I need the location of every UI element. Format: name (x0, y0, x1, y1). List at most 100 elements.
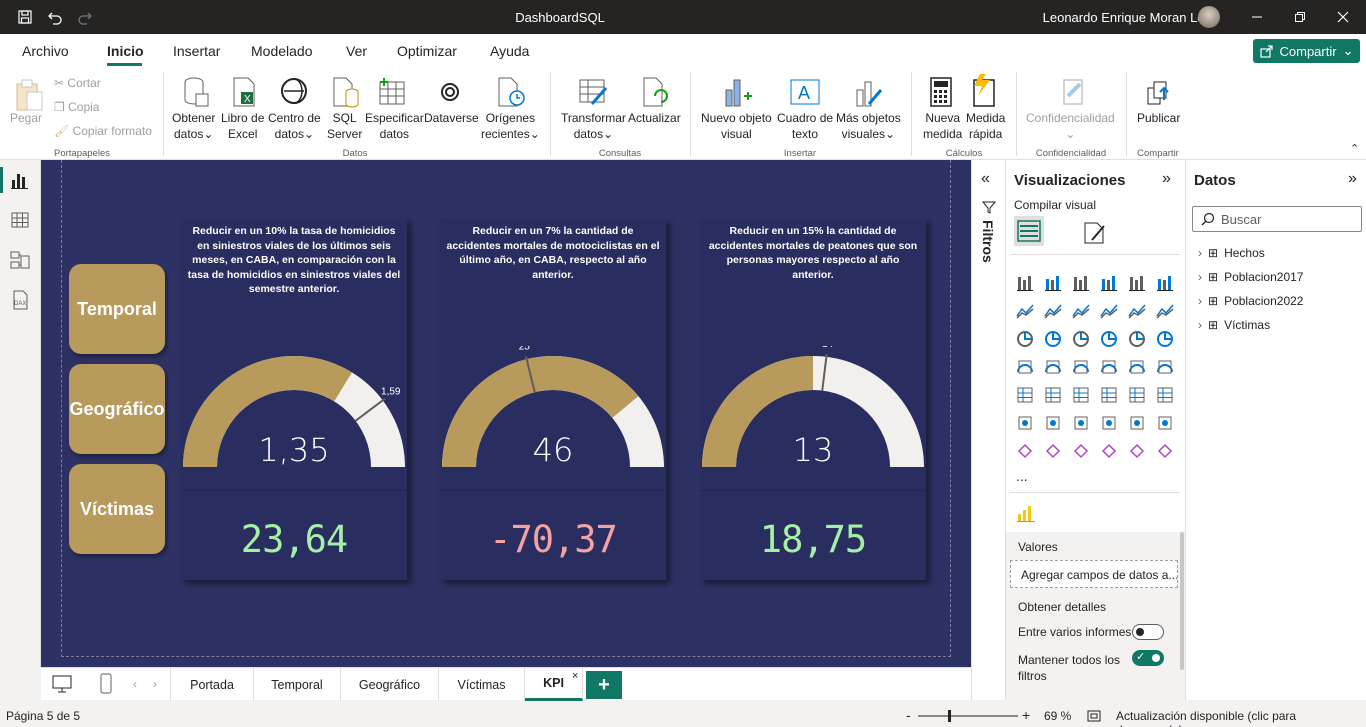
tab-temporal[interactable]: Temporal (254, 668, 341, 701)
close-icon[interactable] (1320, 0, 1366, 34)
paginated-visual-icon[interactable] (1015, 441, 1035, 461)
ribbon-visual-icon[interactable] (1155, 301, 1175, 321)
transform-data-button[interactable]: Transformar datos⌄ (561, 110, 626, 142)
filters-pane-collapsed[interactable]: « Filtros (972, 160, 1006, 700)
narrative-visual-icon[interactable] (1127, 413, 1147, 433)
build-visual-chart-icon[interactable] (1016, 502, 1036, 522)
publish-button[interactable]: Publicar (1137, 110, 1180, 126)
collapse-ribbon-icon[interactable]: ⌃ (1350, 142, 1359, 155)
r-visual-visual-icon[interactable] (1155, 385, 1175, 405)
table-item[interactable]: › ⊞ Hechos (1198, 246, 1265, 260)
scrollbar[interactable] (1180, 532, 1184, 670)
menu-optimizar[interactable]: Optimizar (397, 43, 457, 59)
stacked-bar-visual-icon[interactable] (1015, 273, 1035, 293)
waterfall-visual-icon[interactable] (1015, 329, 1035, 349)
gauge-chart[interactable]: 14 13 (700, 346, 926, 486)
new-measure-button[interactable]: Nueva medida (923, 110, 962, 142)
tab-victimas[interactable]: Víctimas (439, 668, 525, 701)
dax-query-icon[interactable]: DAX (8, 288, 32, 312)
text-box-button[interactable]: Cuadro de texto (777, 110, 833, 142)
kpi-card[interactable]: Reducir en un 15% la cantidad de acciden… (700, 218, 926, 580)
gauge-visual-icon[interactable] (1127, 357, 1147, 377)
card-visual-icon[interactable] (1155, 357, 1175, 377)
stacked-area-visual-icon[interactable] (1071, 301, 1091, 321)
sensitivity-button[interactable]: Confidencialidad ⌄ (1026, 110, 1115, 142)
area-visual-icon[interactable] (1043, 301, 1063, 321)
share-button[interactable]: Compartir ⌄ (1253, 39, 1360, 63)
key-influencers-visual-icon[interactable] (1043, 413, 1063, 433)
diamond-visual-icon[interactable] (1127, 441, 1147, 461)
desktop-layout-icon[interactable] (51, 674, 73, 694)
keep-filters-toggle[interactable]: ✓ (1132, 650, 1164, 666)
data-hub-button[interactable]: Centro de datos⌄ (268, 110, 321, 142)
tab-geografico[interactable]: Geográfico (341, 668, 439, 701)
python-visual-visual-icon[interactable] (1015, 413, 1035, 433)
power-apps-visual-icon[interactable] (1043, 441, 1063, 461)
more-visuals-ellipsis[interactable]: ... (1016, 468, 1028, 484)
table-item[interactable]: › ⊞ Poblacion2017 (1198, 270, 1303, 284)
more-visuals-button[interactable]: Más objetos visuales⌄ (836, 110, 901, 142)
filled-map-visual-icon[interactable] (1043, 357, 1063, 377)
enter-data-button[interactable]: Especificar datos (365, 110, 424, 142)
expand-filters-icon[interactable]: « (981, 170, 990, 188)
menu-modelado[interactable]: Modelado (251, 43, 313, 59)
mobile-layout-icon[interactable] (99, 673, 113, 695)
avatar[interactable] (1198, 6, 1220, 28)
format-painter-button[interactable]: 🖌 Copiar formato (54, 123, 152, 139)
zoom-out-button[interactable]: - (906, 707, 911, 723)
clustered-bar-visual-icon[interactable] (1071, 273, 1091, 293)
slicer-visual-icon[interactable] (1071, 385, 1091, 405)
new-visual-button[interactable]: Nuevo objeto visual (701, 110, 772, 142)
treemap-visual-icon[interactable] (1155, 329, 1175, 349)
menu-ver[interactable]: Ver (346, 43, 367, 59)
update-available-link[interactable]: Actualización disponible (clic para desc… (1116, 709, 1366, 727)
multirow-card-visual-icon[interactable] (1015, 385, 1035, 405)
sql-server-button[interactable]: SQL Server (327, 110, 362, 142)
zoom-slider[interactable] (918, 710, 1018, 722)
next-page-icon[interactable]: › (153, 677, 157, 691)
refresh-button[interactable]: Actualizar (628, 110, 681, 126)
fit-to-page-icon[interactable] (1086, 708, 1102, 724)
gauge-chart[interactable]: 25 46 (440, 346, 666, 486)
menu-ayuda[interactable]: Ayuda (490, 43, 529, 59)
close-tab-icon[interactable]: × (572, 670, 578, 682)
collapse-data-icon[interactable]: » (1348, 170, 1357, 188)
dataverse-button[interactable]: Dataverse (424, 110, 479, 126)
user-name[interactable]: Leonardo Enrique Moran Leon (1043, 10, 1219, 25)
100-column-visual-icon[interactable] (1155, 273, 1175, 293)
zoom-slider-thumb[interactable] (948, 710, 951, 722)
excel-workbook-button[interactable]: Libro de Excel (221, 110, 264, 142)
clustered-column-visual-icon[interactable] (1099, 273, 1119, 293)
menu-inicio[interactable]: Inicio (107, 43, 144, 59)
line-clustered-visual-icon[interactable] (1127, 301, 1147, 321)
prev-page-icon[interactable]: ‹ (133, 677, 137, 691)
power-automate-visual-icon[interactable] (1071, 441, 1091, 461)
table-item[interactable]: › ⊞ Víctimas (1198, 318, 1270, 332)
kpi-card[interactable]: Reducir en un 10% la tasa de homicidios … (181, 218, 407, 580)
azure-map-visual-icon[interactable] (1099, 357, 1119, 377)
menu-insertar[interactable]: Insertar (173, 43, 220, 59)
nav-button-temporal[interactable]: Temporal (69, 264, 165, 354)
get-data-button[interactable]: Obtener datos⌄ (172, 110, 215, 142)
report-view-icon[interactable] (8, 168, 32, 192)
line-column-visual-icon[interactable] (1099, 301, 1119, 321)
scatter-visual-icon[interactable] (1071, 329, 1091, 349)
collapse-visualizations-icon[interactable]: » (1162, 170, 1171, 188)
line-visual-icon[interactable] (1015, 301, 1035, 321)
table-item[interactable]: › ⊞ Poblacion2022 (1198, 294, 1303, 308)
build-visual-tab[interactable] (1014, 216, 1044, 246)
paste-button[interactable]: Pegar (10, 110, 42, 126)
shape-map-visual-icon[interactable] (1071, 357, 1091, 377)
kpi-visual-icon[interactable] (1043, 385, 1063, 405)
100-bar-visual-icon[interactable] (1127, 273, 1147, 293)
format-visual-icon[interactable] (1082, 220, 1108, 246)
map-visual-icon[interactable] (1015, 357, 1035, 377)
cut-button[interactable]: ✂ Cortar (54, 75, 101, 91)
pie-visual-icon[interactable] (1099, 329, 1119, 349)
recent-sources-button[interactable]: Orígenes recientes⌄ (481, 110, 540, 142)
model-view-icon[interactable] (8, 248, 32, 272)
kpi-card[interactable]: Reducir en un 7% la cantidad de accident… (440, 218, 666, 580)
table-view-icon[interactable] (8, 208, 32, 232)
stacked-column-visual-icon[interactable] (1043, 273, 1063, 293)
minimize-icon[interactable] (1234, 0, 1280, 34)
